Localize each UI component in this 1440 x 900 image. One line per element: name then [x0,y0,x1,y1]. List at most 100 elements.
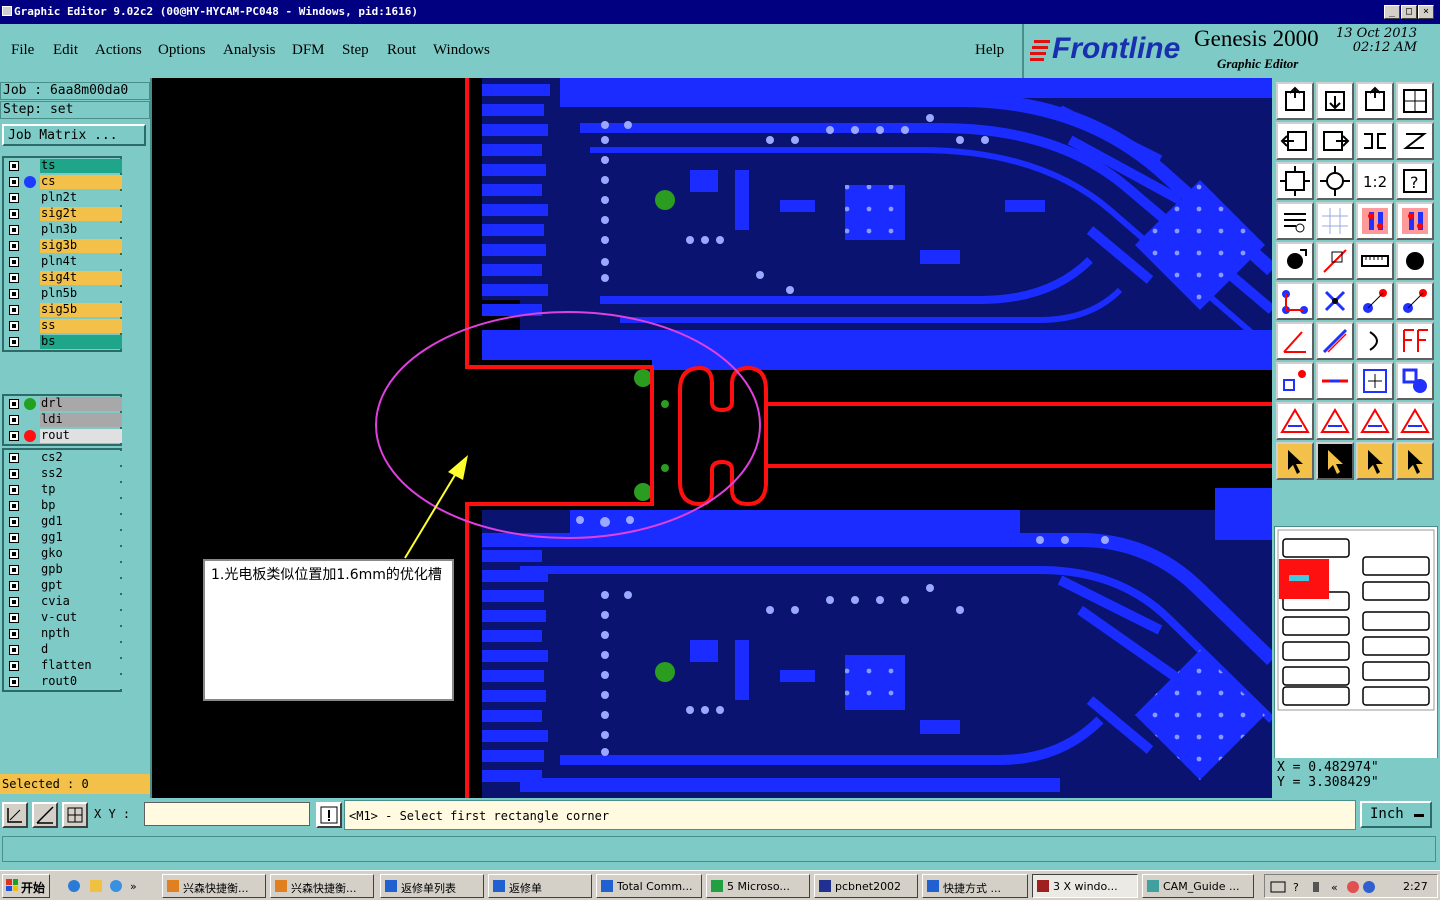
menu-windows[interactable]: Windows [433,42,490,59]
layer-row-ss[interactable]: ss [4,318,122,334]
layer-row-sig2t[interactable]: sig2t [4,206,122,222]
layer-row-pln5b[interactable]: pln5b [4,286,122,302]
layer-checkbox[interactable] [9,321,19,331]
tool-button-grid[interactable] [1316,202,1354,240]
layer-row-bs[interactable]: bs [4,334,122,350]
layer-name[interactable]: gpt [40,579,122,593]
layer-row-cvia[interactable]: cvia [4,594,122,610]
layer-checkbox[interactable] [9,225,19,235]
layer-row-gpt[interactable]: gpt [4,578,122,594]
layer-checkbox[interactable] [9,629,19,639]
tool-button-pan-left[interactable] [1276,122,1314,160]
layer-row-gg1[interactable]: gg1 [4,530,122,546]
menu-dfm[interactable]: DFM [292,42,325,59]
layer-row-sig4t[interactable]: sig4t [4,270,122,286]
tool-button-triangle[interactable] [1276,402,1314,440]
layer-checkbox[interactable] [9,453,19,463]
layer-checkbox[interactable] [9,581,19,591]
layer-name[interactable]: gg1 [40,531,122,545]
tool-button-pan-right[interactable] [1316,122,1354,160]
menu-file[interactable]: File [11,42,34,59]
tool-button-center[interactable] [1316,162,1354,200]
layer-row-bp[interactable]: bp [4,498,122,514]
layer-name[interactable]: drl [40,397,122,411]
layer-checkbox[interactable] [9,257,19,267]
layer-checkbox[interactable] [9,431,19,441]
tool-button-group[interactable] [1396,362,1434,400]
menu-options[interactable]: Options [158,42,206,59]
tool-button-help[interactable]: ? [1396,162,1434,200]
job-matrix-button[interactable]: Job Matrix ... [2,124,146,146]
tool-button-zoom-home[interactable] [1276,82,1314,120]
layer-row-flatten[interactable]: flatten [4,658,122,674]
tool-button-triangle[interactable] [1316,402,1354,440]
menu-actions[interactable]: Actions [95,42,142,59]
taskbar-item[interactable]: CAM_Guide ... [1142,874,1254,898]
layer-checkbox[interactable] [9,485,19,495]
tool-button-snap[interactable] [1396,122,1434,160]
menu-help[interactable]: Help [975,42,1004,59]
layer-row-ldi[interactable]: ldi [4,412,122,428]
tool-button-flag[interactable] [1396,322,1434,360]
layer-checkbox[interactable] [9,677,19,687]
layer-name[interactable]: sig3b [40,239,122,253]
layer-row-gd1[interactable]: gd1 [4,514,122,530]
measure-mode-button[interactable] [32,802,58,828]
layer-name[interactable]: ss2 [40,467,122,481]
layer-checkbox[interactable] [9,645,19,655]
taskbar-item[interactable]: 兴森快捷衡... [162,874,266,898]
layer-name[interactable]: gd1 [40,515,122,529]
layer-row-sig5b[interactable]: sig5b [4,302,122,318]
layer-name[interactable]: cvia [40,595,122,609]
layer-name[interactable]: ts [40,159,122,173]
start-button[interactable]: 开始 [2,874,50,898]
layer-name[interactable]: sig5b [40,303,122,317]
tool-button-node[interactable] [1276,282,1314,320]
layer-row-pln2t[interactable]: pln2t [4,190,122,206]
layer-name[interactable]: v-cut [40,611,122,625]
grid-mode-button[interactable] [62,802,88,828]
layer-checkbox[interactable] [9,399,19,409]
layer-name[interactable]: ss [40,319,122,333]
layer-checkbox[interactable] [9,193,19,203]
tool-button-flip[interactable] [1356,122,1394,160]
tool-button-dash[interactable] [1316,362,1354,400]
tool-button-layer-red[interactable] [1396,202,1434,240]
layer-row-pln4t[interactable]: pln4t [4,254,122,270]
tool-button-measure[interactable] [1276,202,1314,240]
layer-checkbox[interactable] [9,415,19,425]
layer-row-gko[interactable]: gko [4,546,122,562]
layer-row-v-cut[interactable]: v-cut [4,610,122,626]
menu-rout[interactable]: Rout [387,42,416,59]
close-button[interactable]: × [1418,5,1434,19]
tool-button-pad[interactable] [1276,242,1314,280]
layer-checkbox[interactable] [9,469,19,479]
layer-name[interactable]: pln5b [40,287,122,301]
tool-button-select[interactable] [1276,442,1314,480]
layer-checkbox[interactable] [9,565,19,575]
layer-checkbox[interactable] [9,337,19,347]
tool-button-triangle[interactable] [1356,402,1394,440]
layer-row-pln3b[interactable]: pln3b [4,222,122,238]
layer-name[interactable]: ldi [40,413,122,427]
layer-row-rout[interactable]: rout [4,428,122,444]
layer-name[interactable]: pln4t [40,255,122,269]
quick-launch-icons[interactable]: » [64,878,144,894]
layer-row-sig3b[interactable]: sig3b [4,238,122,254]
tool-button-cross[interactable] [1316,282,1354,320]
layer-checkbox[interactable] [9,661,19,671]
layer-checkbox[interactable] [9,161,19,171]
layer-row-tp[interactable]: tp [4,482,122,498]
layer-name[interactable]: rout0 [40,675,122,689]
layer-row-cs2[interactable]: cs2 [4,450,122,466]
layer-row-rout0[interactable]: rout0 [4,674,122,690]
tool-button-triangle[interactable] [1396,402,1434,440]
layer-checkbox[interactable] [9,549,19,559]
taskbar-item[interactable]: 快捷方式 ... [922,874,1028,898]
taskbar-item[interactable]: 5 Microso... [706,874,810,898]
layer-name[interactable]: bp [40,499,122,513]
layer-name[interactable]: flatten [40,659,122,673]
tool-button-point[interactable] [1276,362,1314,400]
layer-checkbox[interactable] [9,533,19,543]
alert-button[interactable] [316,802,342,828]
